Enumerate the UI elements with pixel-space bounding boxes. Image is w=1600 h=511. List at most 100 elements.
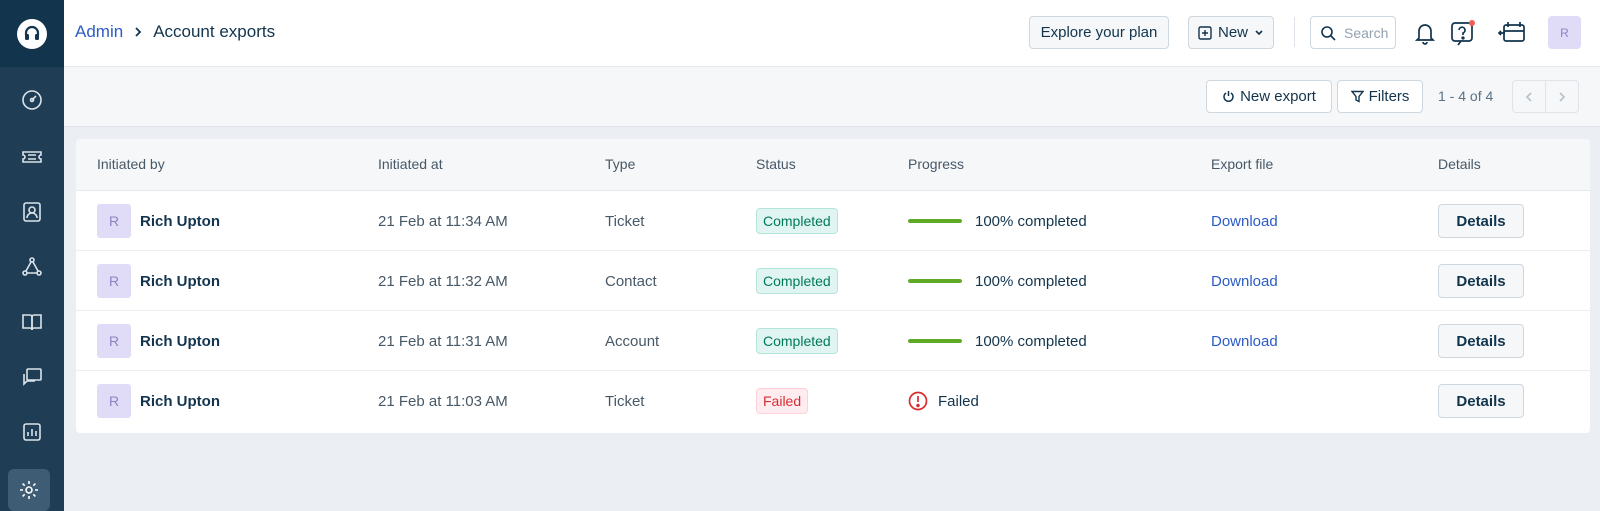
previous-page-button[interactable] — [1512, 80, 1546, 113]
progress-bar — [908, 339, 962, 343]
progress-bar — [908, 219, 962, 223]
next-page-button[interactable] — [1545, 80, 1579, 113]
power-icon — [1223, 91, 1234, 102]
export-file-cell: Download — [1211, 191, 1278, 251]
progress-cell: 100% completed — [908, 251, 1087, 311]
column-header: Export file — [1211, 156, 1274, 172]
details-cell: Details — [1438, 371, 1524, 431]
details-cell: Details — [1438, 311, 1524, 371]
progress-text: 100% completed — [975, 212, 1087, 230]
status-cell: Completed — [756, 311, 838, 371]
download-link[interactable]: Download — [1211, 333, 1278, 350]
column-header: Initiated by — [97, 156, 165, 172]
avatar: R — [97, 204, 131, 238]
export-file-cell: Download — [1211, 311, 1278, 371]
table-row: R Rich Upton 21 Feb at 11:32 AM Contact … — [76, 251, 1590, 311]
calendar-icon[interactable] — [1498, 18, 1528, 48]
explore-plan-button[interactable]: Explore your plan — [1029, 16, 1169, 49]
progress-text: Failed — [938, 392, 979, 410]
filter-icon — [1350, 90, 1364, 103]
details-cell: Details — [1438, 251, 1524, 311]
progress-text: 100% completed — [975, 332, 1087, 350]
sidebar — [0, 0, 64, 511]
app-logo[interactable] — [0, 0, 64, 67]
initiator-name: Rich Upton — [140, 212, 220, 230]
network-icon[interactable] — [0, 245, 64, 289]
export-type: Ticket — [605, 392, 645, 410]
initiated-at: 21 Feb at 11:32 AM — [378, 272, 508, 290]
filters-button[interactable]: Filters — [1337, 80, 1423, 113]
chat-icon[interactable] — [0, 355, 64, 399]
column-header: Details — [1438, 156, 1481, 172]
toolbar: New export Filters 1 - 4 of 4 — [64, 67, 1600, 127]
plus-box-icon — [1198, 25, 1212, 40]
initiator-name: Rich Upton — [140, 272, 220, 290]
initiated-at: 21 Feb at 11:31 AM — [378, 332, 508, 350]
details-button[interactable]: Details — [1438, 324, 1524, 358]
status-badge: Completed — [756, 328, 838, 354]
headset-logo-icon — [17, 18, 47, 49]
contact-icon[interactable] — [0, 190, 64, 234]
column-header: Type — [605, 156, 636, 172]
page-title: Account exports — [153, 22, 276, 41]
status-cell: Failed — [756, 371, 809, 431]
new-button-label: New — [1217, 24, 1248, 41]
progress-cell: Failed — [908, 371, 979, 431]
avatar: R — [97, 384, 131, 418]
avatar: R — [97, 264, 131, 298]
column-header: Initiated at — [378, 156, 443, 172]
download-link[interactable]: Download — [1211, 273, 1278, 290]
filters-label: Filters — [1368, 88, 1410, 105]
export-type: Ticket — [605, 212, 645, 230]
avatar: R — [97, 324, 131, 358]
progress-cell: 100% completed — [908, 311, 1087, 371]
book-icon[interactable] — [0, 300, 64, 344]
details-cell: Details — [1438, 191, 1524, 251]
progress-cell: 100% completed — [908, 191, 1087, 251]
exports-table: Initiated by Initiated at Type Status Pr… — [76, 139, 1590, 433]
initiator-cell: R Rich Upton — [97, 251, 220, 311]
chevron-right-icon — [133, 26, 143, 38]
export-type: Contact — [605, 272, 657, 290]
report-icon[interactable] — [0, 410, 64, 454]
table-header: Initiated by Initiated at Type Status Pr… — [76, 139, 1590, 191]
column-header: Progress — [908, 156, 965, 172]
progress-fill — [908, 279, 962, 283]
download-link[interactable]: Download — [1211, 213, 1278, 230]
gear-icon[interactable] — [8, 469, 50, 511]
user-avatar[interactable]: R — [1548, 16, 1581, 49]
ticket-icon[interactable] — [0, 135, 64, 179]
new-export-button[interactable]: New export — [1206, 80, 1332, 113]
chevron-left-icon — [1525, 91, 1532, 102]
help-icon[interactable] — [1448, 18, 1478, 48]
chevron-down-icon — [1255, 29, 1263, 35]
status-badge: Failed — [756, 388, 809, 414]
chevron-right-icon — [1559, 91, 1566, 102]
details-button[interactable]: Details — [1438, 264, 1524, 298]
initiated-at: 21 Feb at 11:03 AM — [378, 392, 508, 410]
export-type: Account — [605, 332, 660, 350]
search-input[interactable]: Search — [1310, 16, 1396, 49]
breadcrumb-admin-link[interactable]: Admin — [75, 22, 123, 42]
status-cell: Completed — [756, 251, 838, 311]
top-header: Admin Account exports Explore your plan … — [64, 0, 1600, 67]
initiator-cell: R Rich Upton — [97, 371, 220, 431]
progress-fill — [908, 339, 962, 343]
status-badge: Completed — [756, 208, 838, 234]
status-badge: Completed — [756, 268, 838, 294]
dashboard-icon[interactable] — [0, 78, 64, 122]
progress-fill — [908, 219, 962, 223]
table-row: R Rich Upton 21 Feb at 11:31 AM Account … — [76, 311, 1590, 371]
details-button[interactable]: Details — [1438, 204, 1524, 238]
new-button[interactable]: New — [1188, 16, 1274, 49]
initiator-cell: R Rich Upton — [97, 191, 220, 251]
progress-bar — [908, 279, 962, 283]
error-icon — [908, 391, 928, 411]
initiator-name: Rich Upton — [140, 332, 220, 350]
details-button[interactable]: Details — [1438, 384, 1524, 418]
export-file-cell: Download — [1211, 251, 1278, 311]
bell-icon[interactable] — [1410, 18, 1440, 48]
initiated-at: 21 Feb at 11:34 AM — [378, 212, 508, 230]
status-cell: Completed — [756, 191, 838, 251]
breadcrumb: Admin Account exports — [75, 22, 275, 42]
